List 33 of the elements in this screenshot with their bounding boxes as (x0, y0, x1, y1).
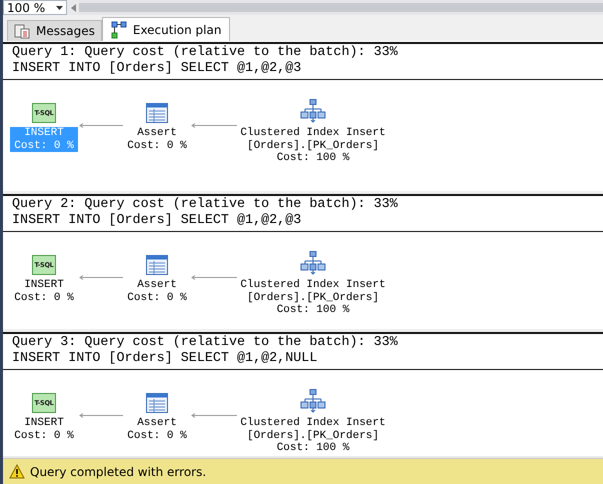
query-cost-heading: Query 2: Query cost (relative to the batch): 33% (12, 197, 399, 213)
tab[interactable]: Execution plan (102, 17, 230, 41)
arrow (79, 275, 123, 280)
operator-label[interactable]: INSERT Cost: 0 % (10, 417, 78, 442)
arrow (191, 123, 237, 128)
arrow (79, 413, 123, 418)
arrow (191, 413, 237, 418)
document-icon (14, 23, 30, 39)
left-arrow-icon (70, 4, 76, 12)
operator-label[interactable]: Assert Cost: 0 % (123, 279, 191, 304)
arrow (79, 123, 123, 128)
operator-label[interactable]: Assert Cost: 0 % (123, 417, 191, 442)
operator-label[interactable]: Clustered Index Insert [Orders].[PK_Orders] Cost: 100 % (236, 279, 390, 316)
sql-statement: INSERT INTO [Orders] SELECT @1,@2,@3 (12, 61, 302, 77)
operator-label[interactable]: INSERT Cost: 0 % (10, 279, 78, 304)
sql-statement: INSERT INTO [Orders] SELECT @1,@2,@3 (12, 213, 302, 229)
operator-label[interactable]: Assert Cost: 0 % (123, 127, 191, 152)
hierarchy-icon[interactable] (300, 99, 326, 123)
scrollbar-track[interactable] (79, 3, 603, 12)
query-cost-heading: Query 3: Query cost (relative to the batch): 33% (12, 335, 399, 351)
warning-icon (9, 464, 25, 479)
hierarchy-icon[interactable] (300, 389, 326, 413)
arrow (191, 275, 237, 280)
zoom-dropdown[interactable]: 100 % (3, 0, 67, 15)
diagram-icon (110, 20, 127, 38)
tab[interactable]: Messages (7, 20, 102, 41)
operator-label[interactable]: Clustered Index Insert [Orders].[PK_Orders] Cost: 100 % (236, 127, 390, 164)
operator-label[interactable]: Clustered Index Insert [Orders].[PK_Orders] Cost: 100 % (236, 417, 390, 454)
query-cost-heading: Query 1: Query cost (relative to the batch): 33% (12, 45, 399, 61)
status-message: Query completed with errors. (30, 464, 206, 478)
sql-statement: INSERT INTO [Orders] SELECT @1,@2,NULL (12, 351, 318, 367)
caret-icon (56, 6, 63, 10)
hierarchy-icon[interactable] (300, 251, 326, 275)
